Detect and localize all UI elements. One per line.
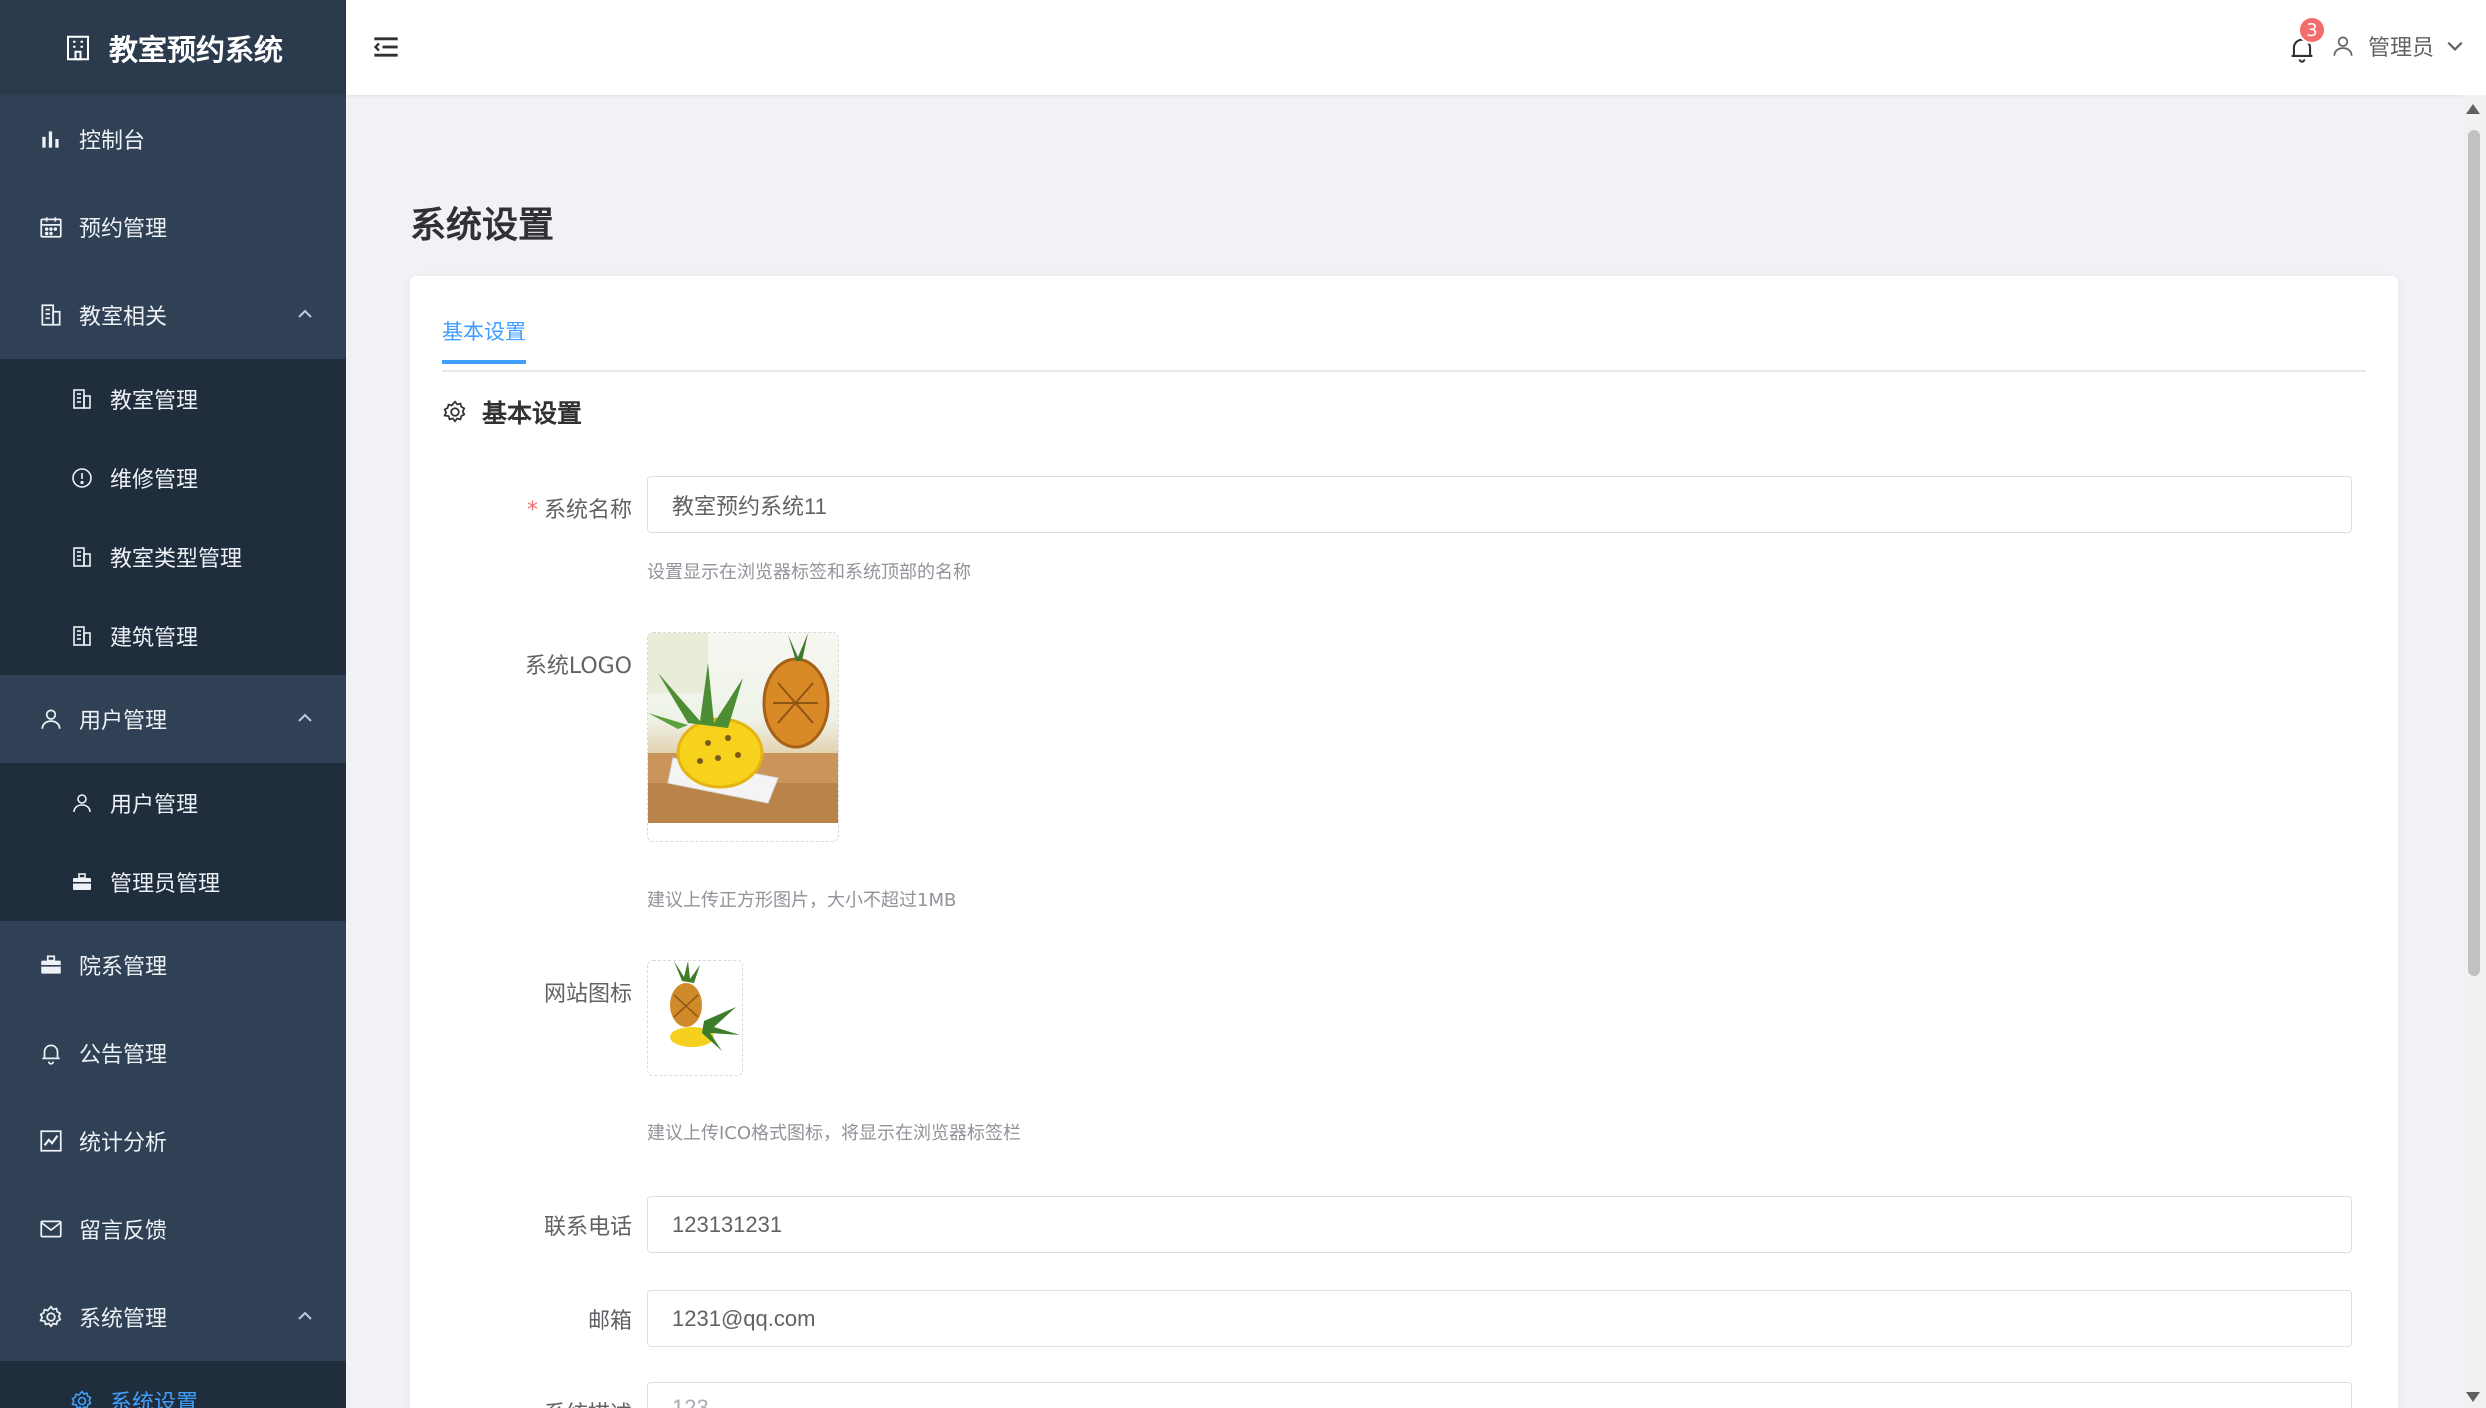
sidebar-item-label: 系统设置 — [110, 1390, 199, 1408]
brand-title: 教室预约系统 — [108, 32, 283, 67]
sidebar-item-user-group[interactable]: 用户管理 — [0, 675, 346, 763]
required-asterisk: * — [526, 498, 538, 523]
chevron-up-icon — [298, 309, 312, 318]
pineapple-photo — [648, 633, 838, 823]
top-header: 3 管理员 — [346, 0, 2486, 95]
building-icon — [68, 622, 96, 650]
sidebar-item-department[interactable]: 院系管理 — [0, 921, 346, 1009]
user-icon — [2333, 36, 2353, 56]
scroll-down-arrow[interactable] — [2466, 1392, 2480, 1402]
sidebar-item-label: 教室类型管理 — [110, 546, 243, 572]
scrollbar-thumb[interactable] — [2468, 130, 2480, 976]
favicon-image — [648, 961, 742, 1055]
sidebar-item-system-group[interactable]: 系统管理 — [0, 1273, 346, 1361]
sidebar-item-classroom-group[interactable]: 教室相关 — [0, 271, 346, 359]
phone-label: 联系电话 — [543, 1215, 632, 1240]
tab-basic-settings[interactable]: 基本设置 — [442, 316, 526, 364]
building-icon — [37, 301, 65, 329]
system-logo-label: 系统LOGO — [524, 654, 632, 679]
sidebar-item-label: 教室管理 — [110, 388, 199, 414]
sidebar-item-repair-manage[interactable]: 维修管理 — [0, 438, 346, 517]
sidebar-item-label: 建筑管理 — [110, 625, 199, 651]
sidebar-item-label: 用户管理 — [110, 792, 199, 818]
sidebar: 教室预约系统 控制台 预约管理 教室相关 教室管理 维修管理 教室类型管理 建筑… — [0, 0, 346, 1408]
building-logo-icon — [66, 35, 89, 60]
sidebar-item-classroom-type-manage[interactable]: 教室类型管理 — [0, 517, 346, 596]
system-name-input[interactable]: 教室预约系统11 — [647, 476, 2352, 533]
sidebar-item-admin-manage[interactable]: 管理员管理 — [0, 842, 346, 921]
bell-icon — [37, 1039, 65, 1067]
briefcase-icon — [68, 868, 96, 896]
settings-tabs: 基本设置 — [442, 316, 2366, 372]
notification-badge: 3 — [2298, 16, 2326, 44]
info-circle-icon — [68, 464, 96, 492]
email-input[interactable]: 1231@qq.com — [647, 1290, 2352, 1347]
sidebar-menu: 控制台 预约管理 教室相关 教室管理 维修管理 教室类型管理 建筑管理 用户管理… — [0, 95, 346, 1408]
sidebar-item-feedback[interactable]: 留言反馈 — [0, 1185, 346, 1273]
sidebar-item-label: 管理员管理 — [110, 871, 221, 897]
sidebar-item-label: 预约管理 — [79, 217, 168, 242]
sidebar-item-system-settings[interactable]: 系统设置 — [0, 1361, 346, 1408]
sidebar-item-label: 统计分析 — [79, 1131, 168, 1156]
calendar-icon — [37, 213, 65, 241]
favicon-upload[interactable] — [647, 960, 743, 1076]
sidebar-item-label: 院系管理 — [79, 955, 168, 980]
building-icon — [68, 543, 96, 571]
sidebar-item-reservations[interactable]: 预约管理 — [0, 183, 346, 271]
sidebar-item-label: 用户管理 — [79, 709, 168, 734]
settings-card: 基本设置 基本设置 * 系统名称 教室预约系统11 设置显示在浏览器标签和系统顶部… — [410, 276, 2398, 1408]
user-icon — [37, 705, 65, 733]
favicon-label: 网站图标 — [543, 982, 632, 1007]
gear-icon — [37, 1303, 65, 1331]
description-textarea[interactable]: 123 — [647, 1382, 2352, 1408]
app-root: 教室预约系统 控制台 预约管理 教室相关 教室管理 维修管理 教室类型管理 建筑… — [0, 0, 2486, 1408]
brand: 教室预约系统 — [0, 0, 346, 95]
sidebar-item-user-manage[interactable]: 用户管理 — [0, 763, 346, 842]
sidebar-item-label: 留言反馈 — [79, 1219, 168, 1244]
sidebar-item-statistics[interactable]: 统计分析 — [0, 1097, 346, 1185]
sidebar-item-announcement[interactable]: 公告管理 — [0, 1009, 346, 1097]
hamburger-menu-icon[interactable] — [372, 34, 400, 60]
page-title: 系统设置 — [410, 205, 555, 246]
system-logo-upload[interactable] — [647, 632, 839, 842]
chevron-down-icon — [2447, 41, 2463, 51]
pineapple-icon-image — [670, 961, 740, 1051]
trend-chart-icon — [37, 1127, 65, 1155]
user-icon — [68, 789, 96, 817]
system-logo-hint: 建议上传正方形图片，大小不超过1MB — [647, 890, 957, 911]
sidebar-item-classroom-manage[interactable]: 教室管理 — [0, 359, 346, 438]
gear-icon — [443, 400, 466, 423]
sidebar-item-label: 控制台 — [79, 129, 146, 154]
system-logo-image — [648, 633, 838, 823]
sidebar-item-label: 教室相关 — [79, 305, 168, 330]
system-name-hint: 设置显示在浏览器标签和系统顶部的名称 — [647, 562, 971, 583]
sidebar-item-building-manage[interactable]: 建筑管理 — [0, 596, 346, 675]
chevron-up-icon — [298, 1311, 312, 1320]
bar-chart-icon — [37, 125, 65, 153]
sidebar-item-label: 系统管理 — [79, 1307, 168, 1332]
system-name-label-text: 系统名称 — [543, 498, 632, 523]
sidebar-item-label: 公告管理 — [79, 1043, 168, 1068]
scroll-up-arrow[interactable] — [2466, 104, 2480, 114]
favicon-hint: 建议上传ICO格式图标，将显示在浏览器标签栏 — [647, 1123, 1022, 1144]
sidebar-item-dashboard[interactable]: 控制台 — [0, 95, 346, 183]
gear-icon — [68, 1387, 96, 1408]
chevron-up-icon — [298, 713, 312, 722]
sidebar-item-label: 维修管理 — [110, 467, 199, 493]
description-label: 系统描述 — [372, 1396, 632, 1408]
phone-input[interactable]: 123131231 — [647, 1196, 2352, 1253]
email-label: 邮箱 — [587, 1309, 632, 1334]
building-icon — [68, 385, 96, 413]
message-icon — [37, 1215, 65, 1243]
system-name-label: * 系统名称 — [372, 492, 632, 524]
section-title: 基本设置 — [442, 394, 582, 430]
briefcase-icon — [37, 951, 65, 979]
user-dropdown[interactable]: 管理员 — [2330, 30, 2464, 62]
section-title-text: 基本设置 — [482, 399, 583, 428]
user-name: 管理员 — [2367, 36, 2434, 61]
